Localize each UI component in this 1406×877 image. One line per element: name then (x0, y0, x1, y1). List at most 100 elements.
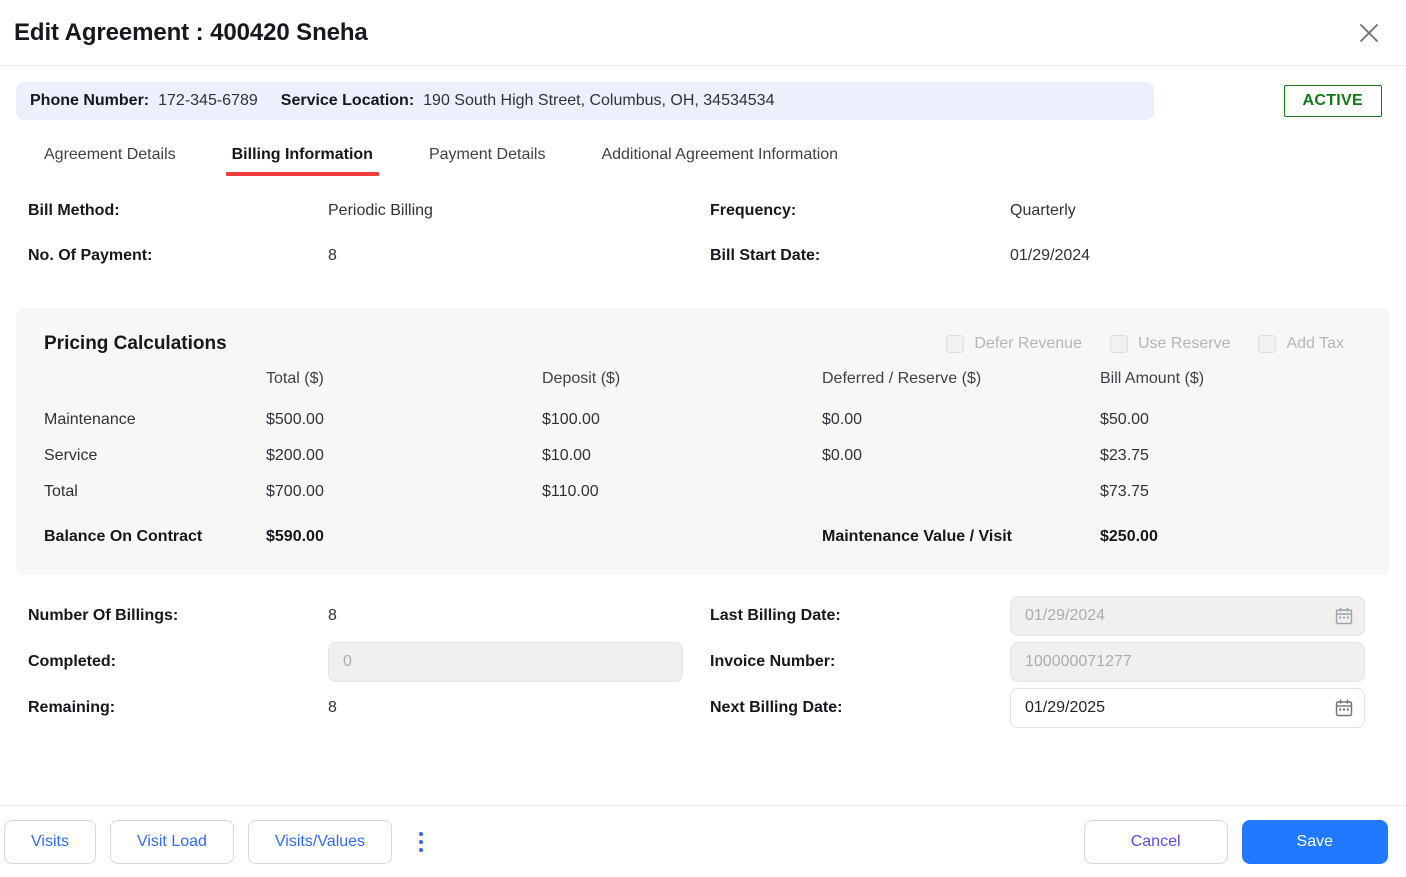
service-location-label: Service Location: (280, 92, 415, 109)
agreement-info-bar: Phone Number: 172-345-6789 Service Locat… (16, 82, 1154, 120)
row-label-maintenance: Maintenance (44, 411, 136, 428)
dialog-body: Phone Number: 172-345-6789 Service Locat… (0, 66, 1406, 805)
billing-schedule-right: Last Billing Date: In (694, 593, 1365, 731)
service-bill-amount: $23.75 (1100, 447, 1149, 464)
pricing-calculations-panel: Pricing Calculations Defer Revenue Use R… (16, 308, 1390, 575)
dialog-footer: Visits Visit Load Visits/Values Cancel S… (0, 805, 1406, 877)
defer-revenue-checkbox[interactable]: Defer Revenue (946, 335, 1082, 353)
balance-on-contract-value: $590.00 (266, 528, 324, 545)
phone-number-label: Phone Number: (30, 92, 150, 109)
number-of-billings-label: Number Of Billings: (28, 607, 179, 624)
no-of-payment-value: 8 (328, 247, 337, 264)
last-billing-date-input[interactable] (1010, 596, 1365, 636)
frequency-row: Frequency: Quarterly (710, 202, 1386, 247)
defer-revenue-label: Defer Revenue (974, 335, 1082, 352)
remaining-label: Remaining: (28, 699, 116, 716)
use-reserve-checkbox[interactable]: Use Reserve (1109, 335, 1230, 353)
status-badge: ACTIVE (1283, 85, 1382, 117)
tab-additional-agreement-information[interactable]: Additional Agreement Information (573, 146, 866, 176)
tab-billing-information[interactable]: Billing Information (204, 146, 401, 176)
billing-summary-right: Frequency: Quarterly Bill Start Date: 01… (694, 202, 1386, 292)
maintenance-value-per-visit-value: $250.00 (1100, 528, 1158, 545)
service-total: $200.00 (266, 447, 324, 464)
maintenance-deposit: $100.00 (542, 411, 600, 428)
table-row: Maintenance $500.00 $100.00 $0.00 $50.00 (28, 402, 1370, 438)
frequency-value: Quarterly (1010, 202, 1076, 219)
service-deposit: $10.00 (542, 447, 591, 464)
pricing-table-header-row: Total ($) Deposit ($) Deferred / Reserve… (28, 370, 1370, 402)
invoice-number-input[interactable] (1010, 642, 1365, 682)
pricing-table: Total ($) Deposit ($) Deferred / Reserve… (28, 370, 1370, 555)
billing-summary: Bill Method: Periodic Billing No. Of Pay… (0, 202, 1406, 292)
service-location-value: 190 South High Street, Columbus, OH, 345… (423, 92, 775, 109)
edit-agreement-dialog: Edit Agreement : 400420 Sneha Phone Numb… (0, 0, 1406, 877)
pricing-calculations-title: Pricing Calculations (44, 333, 227, 354)
tab-payment-details[interactable]: Payment Details (401, 146, 574, 176)
checkbox-box-icon (946, 335, 965, 353)
add-tax-label: Add Tax (1286, 335, 1344, 352)
last-billing-date-row: Last Billing Date: (710, 593, 1365, 639)
bill-method-row: Bill Method: Periodic Billing (28, 202, 694, 247)
save-button[interactable]: Save (1241, 819, 1388, 864)
completed-input-wrapper (328, 642, 683, 682)
next-billing-date-wrapper (1010, 688, 1365, 728)
col-blank (28, 370, 266, 402)
bill-method-label: Bill Method: (28, 202, 120, 219)
maintenance-deferred: $0.00 (822, 411, 863, 428)
kebab-dot (419, 839, 424, 844)
close-icon-glyph (1360, 24, 1378, 42)
bill-start-date-value: 01/29/2024 (1010, 247, 1091, 264)
remaining-row: Remaining: 8 (28, 685, 694, 731)
kebab-dot (419, 847, 424, 852)
total-deferred (822, 474, 1100, 510)
dialog-titlebar: Edit Agreement : 400420 Sneha (0, 0, 1406, 66)
invoice-number-label: Invoice Number: (710, 653, 836, 670)
last-billing-date-label: Last Billing Date: (710, 607, 841, 624)
next-billing-date-input[interactable] (1010, 688, 1365, 728)
invoice-number-row: Invoice Number: (710, 639, 1365, 685)
pricing-summary-row: Balance On Contract $590.00 Maintenance … (28, 510, 1370, 555)
page-title: Edit Agreement : 400420 Sneha (14, 18, 368, 46)
pricing-header: Pricing Calculations Defer Revenue Use R… (28, 326, 1370, 362)
bill-start-date-row: Bill Start Date: 01/29/2024 (710, 247, 1386, 292)
table-row: Total $700.00 $110.00 $73.75 (28, 474, 1370, 510)
cancel-button[interactable]: Cancel (1083, 819, 1228, 864)
balance-on-contract-label: Balance On Contract (44, 528, 203, 545)
bill-method-value: Periodic Billing (328, 202, 433, 219)
tab-agreement-details[interactable]: Agreement Details (16, 146, 204, 176)
phone-number-value: 172-345-6789 (158, 92, 258, 109)
remaining-value: 8 (328, 699, 337, 716)
total-deposit: $110.00 (542, 483, 599, 500)
tab-bar: Agreement Details Billing Information Pa… (0, 132, 1406, 176)
kebab-dot (419, 831, 424, 836)
number-of-billings-row: Number Of Billings: 8 (28, 593, 694, 639)
table-row: Service $200.00 $10.00 $0.00 $23.75 (28, 438, 1370, 474)
completed-input[interactable] (328, 642, 683, 682)
no-of-payment-label: No. Of Payment: (28, 247, 153, 264)
invoice-number-wrapper (1010, 642, 1365, 682)
checkbox-box-icon (1258, 335, 1277, 353)
add-tax-checkbox[interactable]: Add Tax (1258, 335, 1344, 353)
maintenance-bill-amount: $50.00 (1100, 411, 1149, 428)
bill-start-date-label: Bill Start Date: (710, 247, 821, 264)
billing-schedule-form: Number Of Billings: 8 Completed: Remaini… (0, 593, 1406, 731)
billing-schedule-left: Number Of Billings: 8 Completed: Remaini… (0, 593, 694, 731)
maintenance-total: $500.00 (266, 411, 324, 428)
col-deferred-reserve: Deferred / Reserve ($) (822, 370, 982, 387)
visits-button[interactable]: Visits (4, 819, 96, 864)
total-total: $700.00 (266, 483, 324, 500)
no-of-payment-row: No. Of Payment: 8 (28, 247, 694, 292)
row-label-total: Total (44, 483, 78, 500)
row-label-service: Service (44, 447, 98, 464)
kebab-menu-icon[interactable] (408, 822, 434, 862)
col-deposit: Deposit ($) (542, 370, 621, 387)
close-icon[interactable] (1348, 12, 1390, 54)
billing-summary-left: Bill Method: Periodic Billing No. Of Pay… (0, 202, 694, 292)
total-bill-amount: $73.75 (1100, 483, 1149, 500)
number-of-billings-value: 8 (328, 607, 337, 624)
completed-label: Completed: (28, 653, 116, 670)
visits-values-button[interactable]: Visits/Values (247, 819, 393, 864)
visit-load-button[interactable]: Visit Load (109, 819, 234, 864)
agreement-info-row: Phone Number: 172-345-6789 Service Locat… (0, 82, 1406, 120)
col-total: Total ($) (266, 370, 324, 387)
